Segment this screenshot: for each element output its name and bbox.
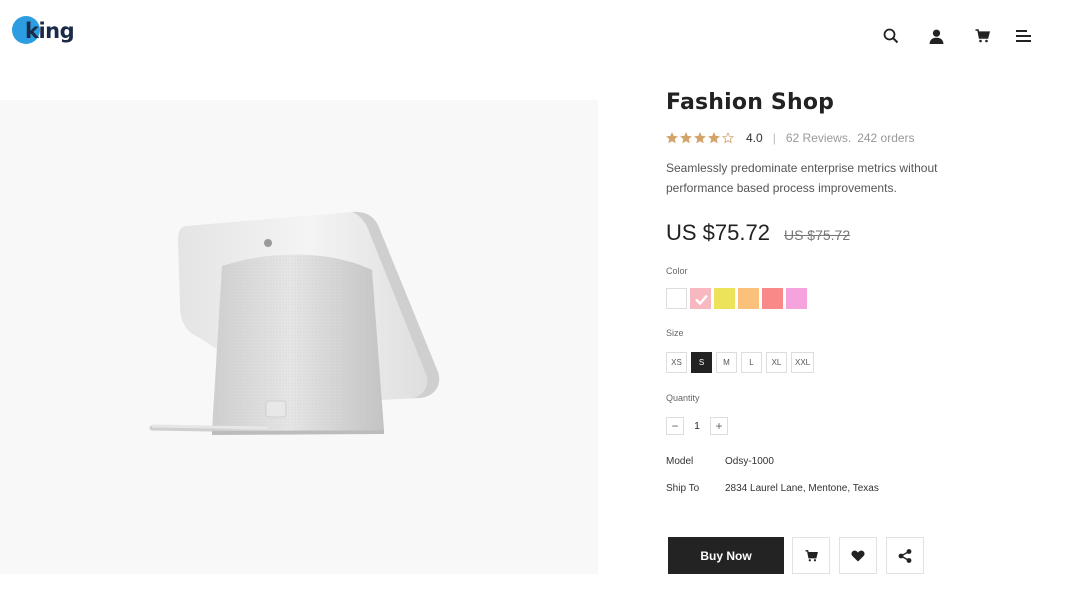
- model-row: Model Odsy-1000: [666, 456, 774, 467]
- quantity-value[interactable]: 1: [684, 421, 710, 432]
- search-icon[interactable]: [881, 26, 901, 46]
- ship-to-row: Ship To 2834 Laurel Lane, Mentone, Texas: [666, 483, 879, 494]
- ship-to-label: Ship To: [666, 483, 700, 494]
- old-price: US $75.72: [783, 227, 851, 243]
- product-title: Fashion Shop: [666, 90, 835, 115]
- rating-row: 4.0 | 62 Reviews. 242 orders: [666, 130, 915, 146]
- check-icon: [695, 294, 708, 306]
- logo-text: king: [25, 19, 75, 43]
- size-options: XS S M L XL XXL: [666, 352, 815, 373]
- user-icon[interactable]: [926, 26, 946, 46]
- color-swatch[interactable]: [714, 288, 735, 309]
- current-price: US $75.72: [666, 220, 770, 245]
- buy-now-button[interactable]: Buy Now: [668, 537, 784, 574]
- model-label: Model: [666, 456, 694, 467]
- brand-logo[interactable]: king: [12, 16, 82, 48]
- color-swatch[interactable]: [786, 288, 807, 309]
- quantity-decrease-button[interactable]: −: [666, 417, 684, 435]
- share-icon: [898, 548, 912, 563]
- size-option-xl[interactable]: XL: [766, 352, 787, 373]
- share-button[interactable]: [886, 537, 924, 574]
- color-swatch[interactable]: [690, 288, 711, 309]
- color-swatch[interactable]: [666, 288, 687, 309]
- star-filled-icon: [708, 132, 720, 144]
- size-option-l[interactable]: L: [741, 352, 762, 373]
- product-image: [149, 211, 440, 435]
- color-label: Color: [666, 266, 688, 276]
- price-row: US $75.72 US $75.72: [666, 220, 850, 246]
- reviews-link[interactable]: 62 Reviews.: [786, 131, 851, 145]
- star-filled-icon: [666, 132, 678, 144]
- quantity-increase-button[interactable]: +: [710, 417, 728, 435]
- product-image-panel: [0, 100, 598, 574]
- size-option-m[interactable]: M: [716, 352, 737, 373]
- add-to-cart-button[interactable]: [792, 537, 830, 574]
- size-option-xs[interactable]: XS: [666, 352, 687, 373]
- color-swatches: [666, 288, 807, 309]
- heart-icon: [851, 550, 865, 561]
- cart-icon: [805, 549, 818, 561]
- star-empty-icon: [722, 132, 734, 144]
- rating-value: 4.0: [746, 131, 763, 145]
- menu-icon[interactable]: [1014, 26, 1034, 46]
- cart-icon[interactable]: [972, 26, 992, 46]
- wishlist-button[interactable]: [839, 537, 877, 574]
- model-value: Odsy-1000: [725, 456, 774, 467]
- size-option-xxl[interactable]: XXL: [791, 352, 815, 373]
- size-label: Size: [666, 328, 684, 338]
- size-option-s[interactable]: S: [691, 352, 712, 373]
- star-rating: [666, 132, 734, 144]
- star-filled-icon: [680, 132, 692, 144]
- quantity-label: Quantity: [666, 393, 700, 403]
- star-filled-icon: [694, 132, 706, 144]
- orders-count: 242 orders: [857, 131, 915, 145]
- ship-to-value: 2834 Laurel Lane, Mentone, Texas: [725, 483, 879, 494]
- product-description: Seamlessly predominate enterprise metric…: [666, 161, 938, 195]
- quantity-stepper: − 1 +: [666, 417, 728, 435]
- color-swatch[interactable]: [738, 288, 759, 309]
- color-swatch[interactable]: [762, 288, 783, 309]
- rating-separator: |: [772, 131, 776, 145]
